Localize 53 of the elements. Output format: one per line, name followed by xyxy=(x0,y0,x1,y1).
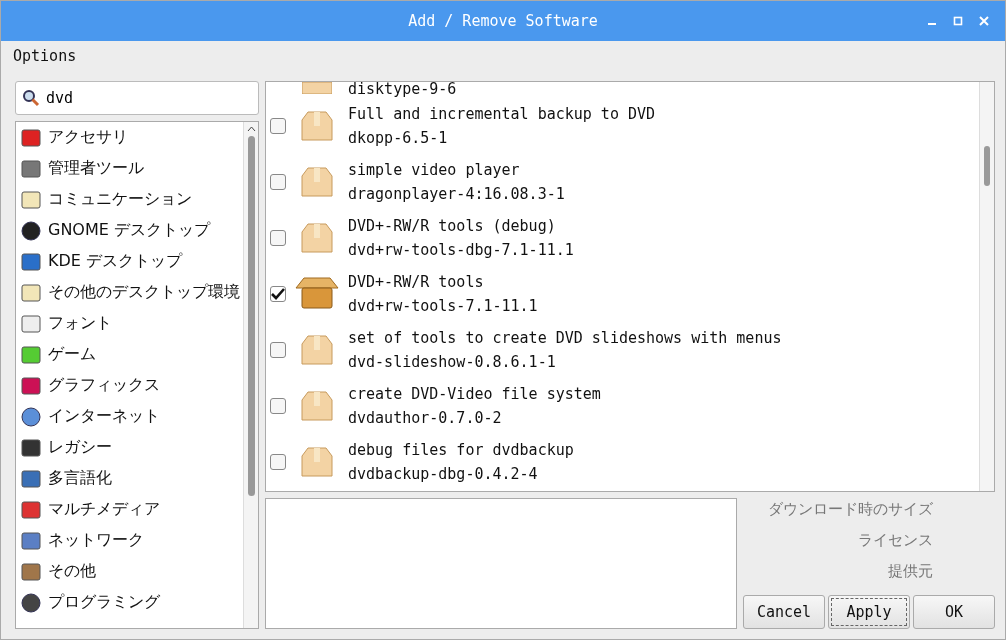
dialog-button[interactable]: OK xyxy=(913,595,995,629)
package-name: dkopp-6.5-1 xyxy=(348,129,449,147)
menu-item[interactable]: Options xyxy=(13,47,77,65)
checkbox[interactable] xyxy=(270,286,286,302)
package-name: dragonplayer-4:16.08.3-1 xyxy=(348,185,565,203)
dialog-button[interactable]: Cancel xyxy=(743,595,825,629)
category-item[interactable]: ゲーム xyxy=(16,339,243,370)
package-name: dvdbackup-dbg-0.4.2-4 xyxy=(348,465,539,483)
search-field[interactable]: dvd xyxy=(15,81,259,115)
detail-label: ダウンロード時のサイズ xyxy=(768,500,933,520)
category-item[interactable]: レガシー xyxy=(16,432,243,463)
category-item[interactable]: アクセサリ xyxy=(16,122,243,153)
category-item[interactable]: その他のデスクトップ環境 xyxy=(16,277,243,308)
package-summary: simple video player xyxy=(348,161,521,179)
category-item[interactable]: その他 xyxy=(16,556,243,587)
package-summary: set of tools to create DVD slideshows with menus xyxy=(348,329,782,347)
checkbox[interactable] xyxy=(270,454,286,470)
checkbox[interactable] xyxy=(270,118,286,134)
category-item[interactable]: グラフィックス xyxy=(16,370,243,401)
detail-label: ライセンス xyxy=(858,531,933,551)
category-item[interactable]: 多言語化 xyxy=(16,463,243,494)
detail-label: 提供元 xyxy=(888,562,933,582)
category-item[interactable]: インターネット xyxy=(16,401,243,432)
scrollbar[interactable] xyxy=(979,82,994,491)
category-item[interactable]: フォント xyxy=(16,308,243,339)
package-name: dvdauthor-0.7.0-2 xyxy=(348,409,503,427)
checkbox[interactable] xyxy=(270,398,286,414)
category-item[interactable]: マルチメディア xyxy=(16,494,243,525)
maximize-icon[interactable] xyxy=(953,16,963,26)
package-name: disktype-9-6 xyxy=(348,82,457,98)
dialog-button[interactable]: Apply xyxy=(828,595,910,629)
package-summary: debug files for dvdbackup xyxy=(348,441,574,459)
package-summary: DVD+-RW/R tools (debug) xyxy=(348,217,557,235)
search-icon xyxy=(22,89,40,107)
category-item[interactable]: GNOME デスクトップ xyxy=(16,215,243,246)
package-name: dvd-slideshow-0.8.6.1-1 xyxy=(348,353,557,371)
category-item[interactable]: コミュニケーション xyxy=(16,184,243,215)
checkbox[interactable] xyxy=(270,342,286,358)
checkbox[interactable] xyxy=(270,230,286,246)
package-name: dvd+rw-tools-dbg-7.1-11.1 xyxy=(348,241,574,259)
scrollbar[interactable] xyxy=(243,122,258,628)
window-title: Add / Remove Software xyxy=(408,12,598,30)
category-item[interactable]: KDE デスクトップ xyxy=(16,246,243,277)
package-summary: create DVD-Video file system xyxy=(348,385,601,403)
category-item[interactable]: ネットワーク xyxy=(16,525,243,556)
package-summary: Full and incremental backup to DVD xyxy=(348,105,656,123)
scroll-up-icon[interactable] xyxy=(246,126,256,132)
package-name: dvd+rw-tools-7.1-11.1 xyxy=(348,297,538,315)
close-icon[interactable] xyxy=(979,16,989,26)
package-summary: DVD+-RW/R tools xyxy=(348,273,485,291)
checkbox[interactable] xyxy=(270,174,286,190)
category-item[interactable]: 管理者ツール xyxy=(16,153,243,184)
category-item[interactable]: プログラミング xyxy=(16,587,243,618)
